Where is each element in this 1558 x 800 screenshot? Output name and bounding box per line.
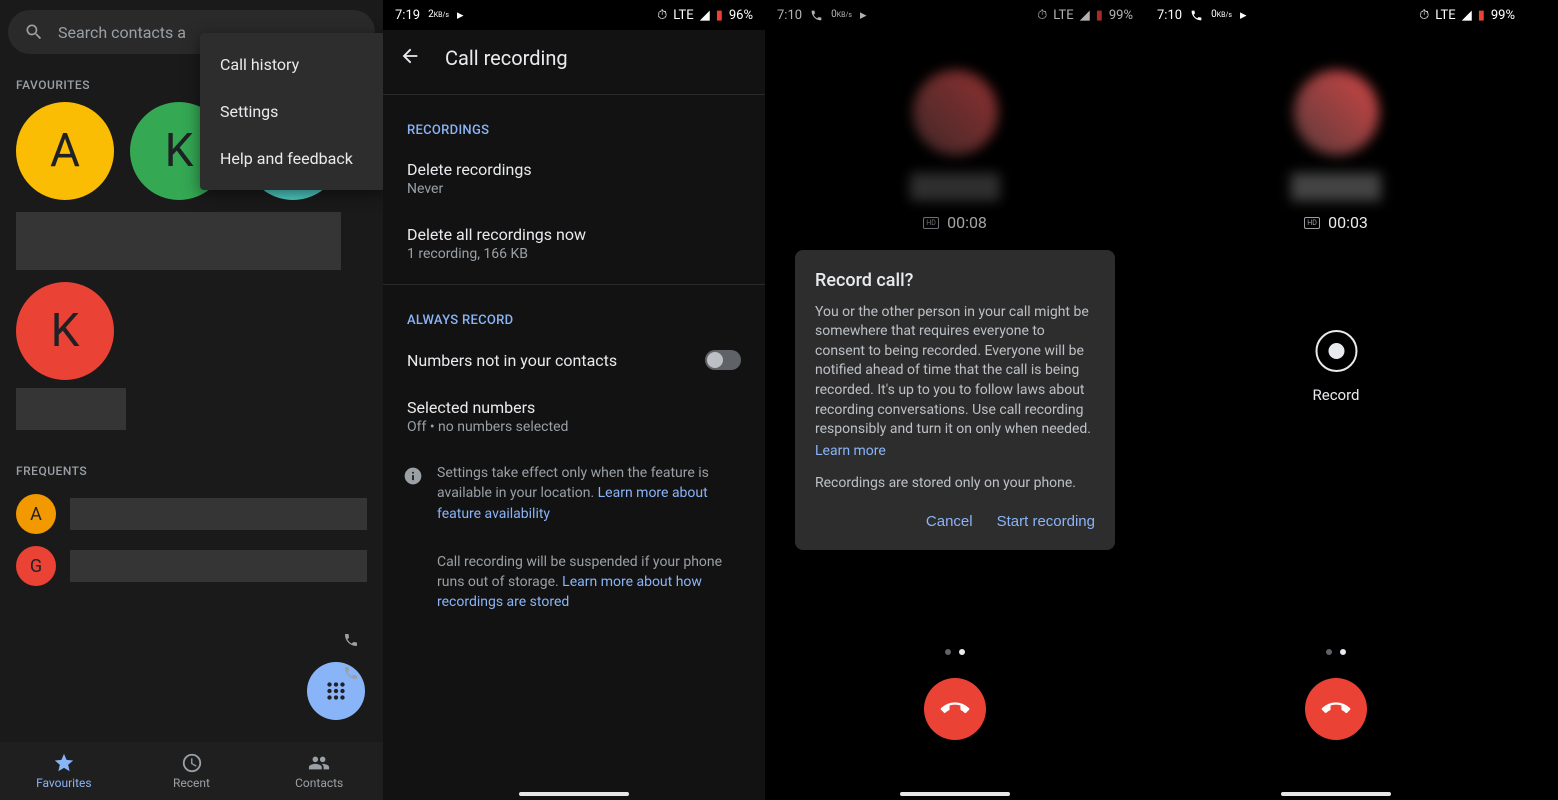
- recordings-section-label: RECORDINGS: [383, 103, 765, 146]
- record-button[interactable]: [1315, 330, 1357, 372]
- lte-label: LTE: [1435, 8, 1455, 23]
- play-icon: ▸: [457, 8, 464, 23]
- avatar: K: [16, 282, 114, 380]
- numbers-not-in-contacts-row[interactable]: Numbers not in your contacts: [383, 336, 765, 384]
- toggle-switch[interactable]: [705, 350, 741, 370]
- end-call-button[interactable]: [924, 678, 986, 740]
- data-speed-icon: 0KB/s: [1211, 10, 1232, 20]
- avatar: A: [16, 102, 114, 200]
- overflow-menu: Call history Settings Help and feedback: [200, 33, 383, 190]
- battery-percent: 99%: [1491, 8, 1515, 23]
- bottom-nav: Favourites Recent Contacts: [0, 742, 383, 800]
- setting-title: Numbers not in your contacts: [407, 351, 617, 370]
- dialog-note: Recordings are stored only on your phone…: [815, 475, 1095, 491]
- search-placeholder: Search contacts a: [58, 23, 186, 42]
- tab-label: Contacts: [295, 776, 343, 790]
- record-label: Record: [1312, 386, 1359, 404]
- end-call-button[interactable]: [1305, 678, 1367, 740]
- contact-name-placeholder: [16, 388, 126, 430]
- phone-icon: [1190, 9, 1203, 22]
- signal-icon: ◢: [1462, 8, 1472, 23]
- avatar: A: [16, 494, 56, 534]
- record-control: Record: [1312, 330, 1359, 404]
- signal-icon: ◢: [700, 8, 710, 23]
- caller-name-placeholder: [1291, 173, 1381, 201]
- cancel-button[interactable]: Cancel: [926, 513, 973, 530]
- dialog-title: Record call?: [815, 270, 1095, 291]
- status-time: 7:10: [1157, 8, 1182, 23]
- menu-settings[interactable]: Settings: [200, 88, 383, 135]
- status-bar: 7:10 0KB/s ▸ ⏱ LTE ◢ ▮ 99%: [1145, 0, 1527, 30]
- phone-icon: [343, 665, 359, 685]
- home-indicator[interactable]: [1281, 792, 1391, 796]
- menu-help-feedback[interactable]: Help and feedback: [200, 135, 383, 182]
- call-recording-settings: 7:19 2KB/s ▸ ⏱ LTE ◢ ▮ 96% Call recordin…: [383, 0, 765, 800]
- record-dot-icon: [1328, 343, 1344, 359]
- alarm-icon: ⏱: [657, 8, 667, 23]
- page-indicator: [945, 649, 965, 655]
- info-availability: Settings take effect only when the featu…: [383, 449, 765, 538]
- search-icon: [24, 22, 44, 42]
- phone-app-screen: Search contacts a Call history Settings …: [0, 0, 383, 800]
- data-speed-icon: 2KB/s: [428, 10, 449, 20]
- setting-title: Delete recordings: [407, 160, 741, 179]
- avatar: G: [16, 546, 56, 586]
- setting-title: Delete all recordings now: [407, 225, 741, 244]
- settings-header: Call recording: [383, 30, 765, 86]
- call-duration: HD 00:03: [1304, 213, 1368, 232]
- back-icon[interactable]: [399, 45, 421, 71]
- frequent-contact[interactable]: A: [0, 488, 383, 540]
- setting-subtitle: 1 recording, 166 KB: [407, 246, 741, 262]
- contact-name-placeholder: [16, 212, 341, 270]
- battery-percent: 96%: [729, 8, 753, 23]
- lte-label: LTE: [673, 8, 693, 23]
- home-indicator[interactable]: [519, 792, 629, 796]
- delete-recordings-row[interactable]: Delete recordings Never: [383, 146, 765, 211]
- info-icon: [403, 463, 423, 524]
- call-screen-record: 7:10 0KB/s ▸ ⏱ LTE ◢ ▮ 99% HD 00:03 Reco…: [1145, 0, 1527, 800]
- alarm-icon: ⏱: [1419, 8, 1429, 23]
- frequent-contact[interactable]: G: [0, 540, 383, 592]
- favourite-contact[interactable]: K: [0, 282, 383, 380]
- battery-icon: ▮: [1478, 8, 1485, 23]
- favourite-contact[interactable]: A: [16, 102, 114, 200]
- play-icon: ▸: [1240, 8, 1247, 23]
- page-title: Call recording: [445, 46, 568, 70]
- contact-name-placeholder: [70, 550, 367, 582]
- setting-subtitle: Never: [407, 181, 741, 197]
- phone-icon: [343, 632, 359, 652]
- hd-icon: HD: [1304, 217, 1320, 229]
- status-bar: 7:19 2KB/s ▸ ⏱ LTE ◢ ▮ 96%: [383, 0, 765, 30]
- menu-call-history[interactable]: Call history: [200, 41, 383, 88]
- caller-avatar: [1294, 70, 1379, 155]
- tab-label: Recent: [173, 776, 210, 790]
- tab-label: Favourites: [36, 776, 92, 790]
- learn-more-link[interactable]: Learn more: [815, 442, 886, 462]
- selected-numbers-row[interactable]: Selected numbers Off • no numbers select…: [383, 384, 765, 449]
- dialog-body: You or the other person in your call mig…: [815, 303, 1095, 462]
- home-indicator[interactable]: [900, 792, 1010, 796]
- battery-icon: ▮: [716, 8, 723, 23]
- tab-favourites[interactable]: Favourites: [0, 742, 128, 800]
- tab-recent[interactable]: Recent: [128, 742, 256, 800]
- call-info: HD 00:03: [1145, 30, 1527, 232]
- status-time: 7:19: [395, 8, 420, 23]
- delete-all-recordings-row[interactable]: Delete all recordings now 1 recording, 1…: [383, 211, 765, 276]
- info-storage: Call recording will be suspended if your…: [383, 538, 765, 627]
- start-recording-button[interactable]: Start recording: [997, 513, 1095, 530]
- frequents-header: FREQUENTS: [0, 446, 383, 488]
- record-call-dialog: Record call? You or the other person in …: [795, 250, 1115, 551]
- page-indicator: [1326, 649, 1346, 655]
- setting-subtitle: Off • no numbers selected: [407, 419, 741, 435]
- always-record-section-label: ALWAYS RECORD: [383, 293, 765, 336]
- tab-contacts[interactable]: Contacts: [255, 742, 383, 800]
- contact-name-placeholder: [70, 498, 367, 530]
- call-screen-with-dialog: 7:10 0KB/s ▸ ⏱ LTE ◢ ▮ 99% HD 00:08 Reco…: [765, 0, 1145, 800]
- setting-title: Selected numbers: [407, 398, 741, 417]
